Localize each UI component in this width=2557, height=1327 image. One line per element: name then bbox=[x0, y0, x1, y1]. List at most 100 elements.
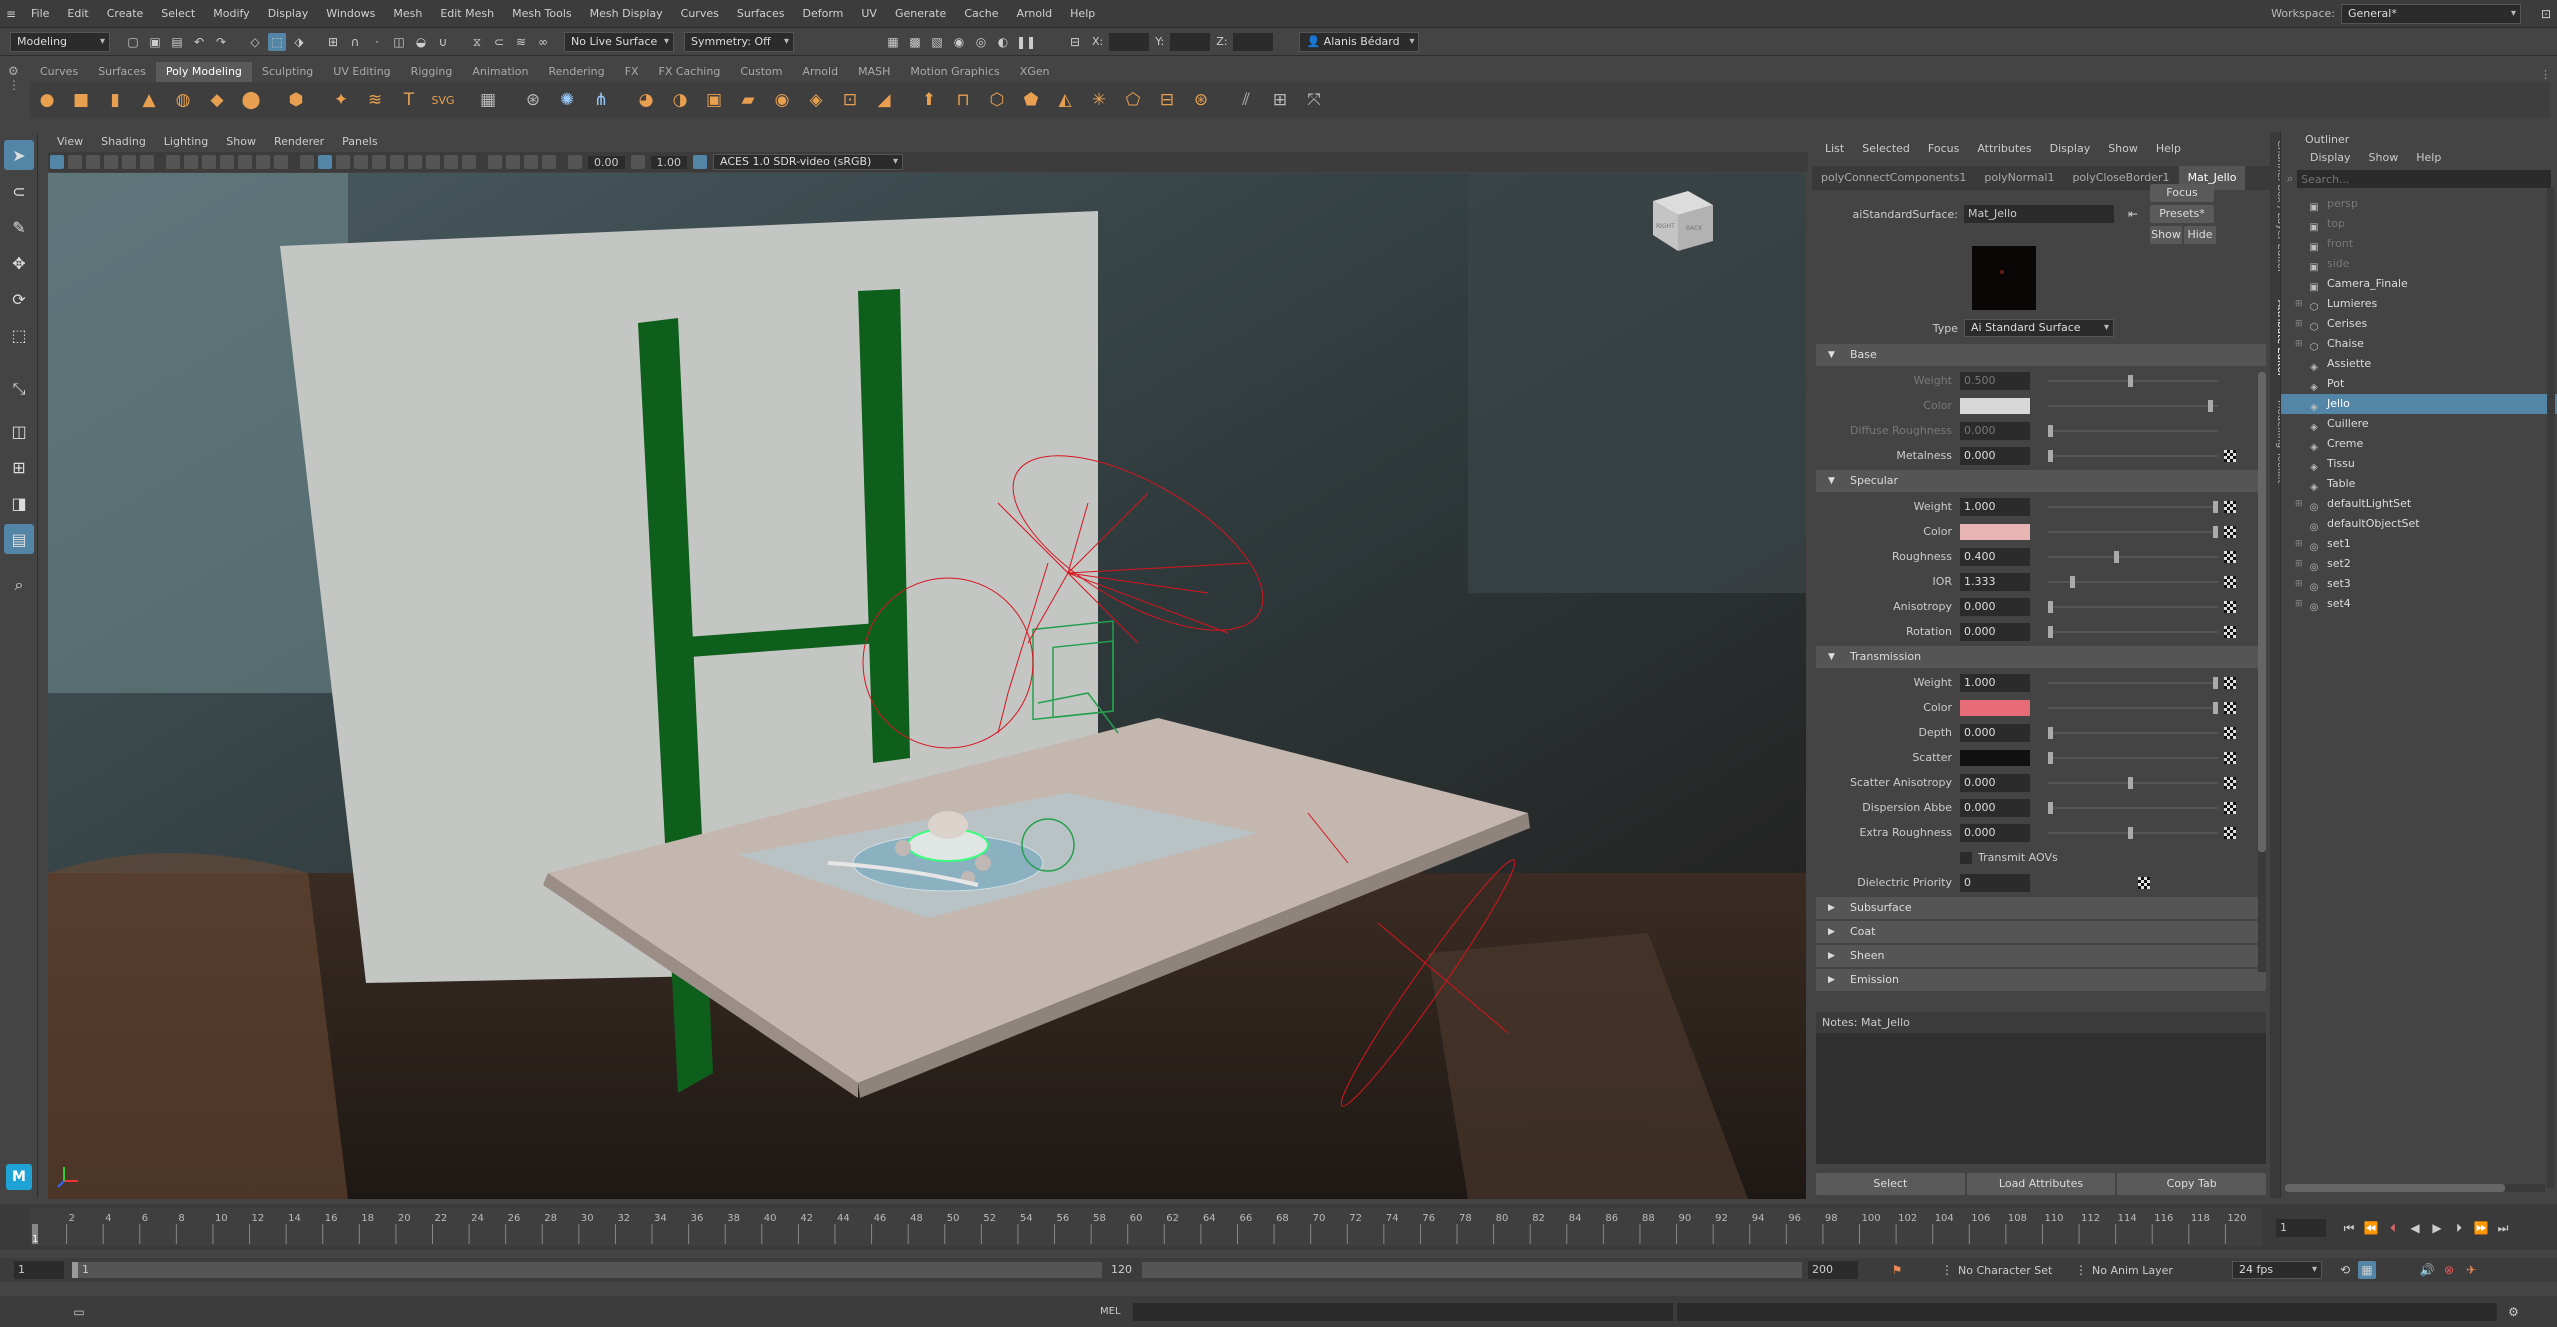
spec-weight-field[interactable]: 1.000 bbox=[1960, 497, 2030, 516]
menu-mesh-tools[interactable]: Mesh Tools bbox=[503, 0, 581, 28]
rotation-slider[interactable] bbox=[2048, 625, 2218, 638]
attr-menu-focus[interactable]: Focus bbox=[1919, 139, 1968, 159]
symmetry-dropdown[interactable]: Symmetry: Off bbox=[684, 31, 794, 52]
snap-grid-icon[interactable]: ⊞ bbox=[324, 33, 342, 51]
metalness-map-icon[interactable] bbox=[2224, 449, 2236, 462]
soft-select-icon[interactable]: ≋ bbox=[512, 33, 530, 51]
type-dropdown[interactable]: Ai Standard Surface bbox=[1964, 319, 2114, 337]
magnet-icon[interactable]: ∪ bbox=[434, 33, 452, 51]
film-gate-icon[interactable] bbox=[184, 155, 198, 169]
base-color-swatch[interactable] bbox=[1960, 397, 2030, 414]
mode-dropdown[interactable]: Modeling bbox=[10, 31, 110, 52]
show-button[interactable]: Show bbox=[2150, 226, 2182, 244]
undo-icon[interactable]: ↶ bbox=[190, 33, 208, 51]
grid-toggle-icon[interactable] bbox=[166, 155, 180, 169]
shelf-tab-fx-caching[interactable]: FX Caching bbox=[649, 62, 731, 82]
extrude-icon[interactable]: ⬆ bbox=[915, 86, 943, 114]
safe-action-icon[interactable] bbox=[256, 155, 270, 169]
trans-color-map-icon[interactable] bbox=[2224, 701, 2236, 714]
reflection-icon[interactable]: ∞ bbox=[534, 33, 552, 51]
expand-icon[interactable]: ⊞ bbox=[2295, 574, 2307, 594]
outliner-item-jello[interactable]: ◈ Jello bbox=[2281, 394, 2557, 414]
boolean-union-icon[interactable]: ▰ bbox=[734, 86, 762, 114]
menu-cache[interactable]: Cache bbox=[955, 0, 1007, 28]
select-button[interactable]: Select bbox=[1816, 1173, 1965, 1195]
hamburger-icon[interactable]: ≡ bbox=[2, 5, 20, 23]
snap-view-icon[interactable]: ◫ bbox=[390, 33, 408, 51]
diffuse-roughness-field[interactable]: 0.000 bbox=[1960, 421, 2030, 440]
outliner-menu-show[interactable]: Show bbox=[2360, 148, 2408, 168]
select-camera-icon[interactable] bbox=[50, 155, 64, 169]
loop-icon[interactable]: ⟲ bbox=[2336, 1261, 2354, 1279]
shelf-tab-surfaces[interactable]: Surfaces bbox=[88, 62, 156, 82]
wireframe-icon[interactable] bbox=[300, 155, 314, 169]
section-transmission[interactable]: Transmission bbox=[1816, 646, 2266, 668]
spec-roughness-slider[interactable] bbox=[2048, 550, 2218, 563]
extra-roughness-field[interactable]: 0.000 bbox=[1960, 823, 2030, 842]
menu-uv[interactable]: UV bbox=[852, 0, 886, 28]
hide-button[interactable]: Hide bbox=[2184, 226, 2216, 244]
copy-tab-button[interactable]: Copy Tab bbox=[2117, 1173, 2267, 1195]
menu-curves[interactable]: Curves bbox=[672, 0, 728, 28]
shelf-tab-custom[interactable]: Custom bbox=[730, 62, 792, 82]
preferences-icon[interactable]: ✈ bbox=[2462, 1261, 2480, 1279]
outliner-hscroll[interactable] bbox=[2285, 1184, 2545, 1192]
snap-curve-icon[interactable]: ∩ bbox=[346, 33, 364, 51]
poly-cone-icon[interactable]: ▲ bbox=[135, 86, 163, 114]
step-forward-key-icon[interactable]: ⏩ bbox=[2472, 1219, 2490, 1237]
outliner-search-input[interactable] bbox=[2297, 170, 2551, 188]
section-specular[interactable]: Specular bbox=[1816, 470, 2266, 492]
workspace-dropdown[interactable]: General* bbox=[2341, 3, 2521, 24]
step-back-key-icon[interactable]: ⏪ bbox=[2362, 1219, 2380, 1237]
outliner-item-cerises[interactable]: ⊞ ⬡ Cerises bbox=[2281, 314, 2557, 334]
range-end-field[interactable]: 200 bbox=[1808, 1261, 1858, 1279]
depth-of-field-icon[interactable] bbox=[462, 155, 476, 169]
fps-dropdown[interactable]: 24 fps bbox=[2232, 1261, 2322, 1279]
key-options-icon[interactable]: ▦ bbox=[2358, 1261, 2376, 1279]
wedge-icon[interactable]: ◭ bbox=[1051, 86, 1079, 114]
base-color-slider[interactable] bbox=[2048, 399, 2218, 412]
scatter-aniso-slider[interactable] bbox=[2048, 776, 2218, 789]
scatter-swatch[interactable] bbox=[1960, 749, 2030, 766]
range-slider[interactable]: 1 120 bbox=[72, 1262, 1132, 1278]
color-space-dropdown[interactable]: ACES 1.0 SDR-video (sRGB) bbox=[713, 154, 903, 170]
dispersion-slider[interactable] bbox=[2048, 801, 2218, 814]
target-weld-icon[interactable]: ⤧ bbox=[1300, 86, 1328, 114]
script-editor-icon[interactable]: ▭ bbox=[70, 1303, 88, 1321]
go-to-end-icon[interactable]: ⏭ bbox=[2494, 1219, 2512, 1237]
expand-icon[interactable]: ⊞ bbox=[2295, 554, 2307, 574]
menu-select[interactable]: Select bbox=[152, 0, 204, 28]
poly-disc-icon[interactable]: ⬤ bbox=[237, 86, 265, 114]
paint-select-icon[interactable]: ✎ bbox=[4, 212, 34, 242]
spec-weight-slider[interactable] bbox=[2048, 500, 2218, 513]
anisotropy-map-icon[interactable] bbox=[2224, 600, 2236, 613]
menu-mesh[interactable]: Mesh bbox=[384, 0, 431, 28]
poly-sphere-icon[interactable]: ● bbox=[33, 86, 61, 114]
range-start-field[interactable]: 1 bbox=[14, 1261, 64, 1279]
twod-pan-icon[interactable] bbox=[122, 155, 136, 169]
anisotropy-field[interactable]: 0.000 bbox=[1960, 597, 2030, 616]
outliner-item-persp[interactable]: ▣ persp bbox=[2281, 194, 2557, 214]
x-field[interactable] bbox=[1109, 32, 1150, 51]
menu-help[interactable]: Help bbox=[1061, 0, 1104, 28]
dispersion-map-icon[interactable] bbox=[2224, 801, 2236, 814]
rotation-field[interactable]: 0.000 bbox=[1960, 622, 2030, 641]
anim-layer-icon[interactable]: ⋮ bbox=[2072, 1261, 2090, 1279]
separate-icon[interactable]: ◑ bbox=[666, 86, 694, 114]
play-forward-icon[interactable]: ▶ bbox=[2428, 1219, 2446, 1237]
ior-map-icon[interactable] bbox=[2224, 575, 2236, 588]
shelf-tab-animation[interactable]: Animation bbox=[462, 62, 538, 82]
append-polygon-icon[interactable]: ⬟ bbox=[1017, 86, 1045, 114]
render-view-icon[interactable]: ▦ bbox=[884, 33, 902, 51]
sound-icon[interactable]: 🔊 bbox=[2418, 1261, 2436, 1279]
exposure-icon[interactable] bbox=[568, 155, 582, 169]
outliner-item-set2[interactable]: ⊞ ◎ set2 bbox=[2281, 554, 2557, 574]
time-slider[interactable]: 2 4 6 8 10 12 14 16 18 20 22 24 26 28 30 32 34 36 38 40 42 44… bbox=[0, 1204, 2557, 1250]
trans-color-slider[interactable] bbox=[2048, 701, 2218, 714]
outliner-item-set4[interactable]: ⊞ ◎ set4 bbox=[2281, 594, 2557, 614]
select-tool-icon[interactable]: ➤ bbox=[4, 140, 34, 170]
range-slider-empty[interactable] bbox=[1142, 1262, 1802, 1278]
section-base[interactable]: Base bbox=[1816, 344, 2266, 366]
metalness-field[interactable]: 0.000 bbox=[1960, 446, 2030, 465]
spec-roughness-map-icon[interactable] bbox=[2224, 550, 2236, 563]
